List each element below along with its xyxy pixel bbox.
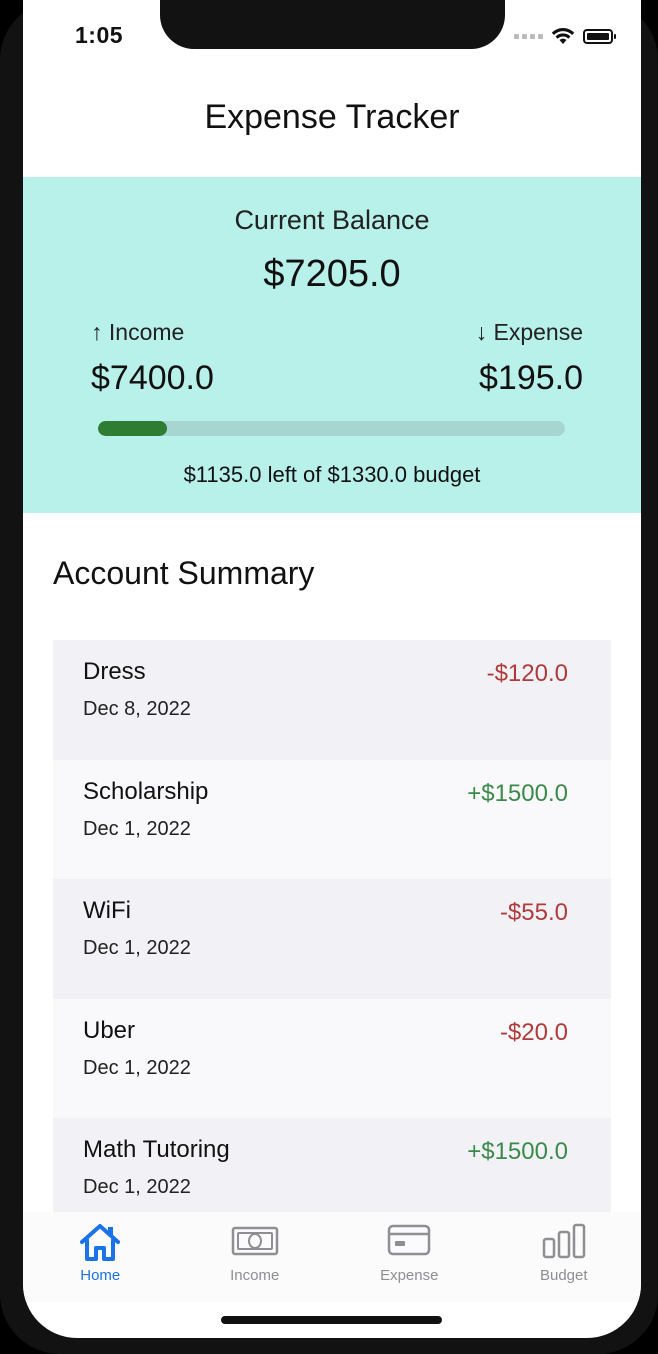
tab-home-label: Home: [80, 1267, 121, 1284]
cellular-signal-icon: [514, 33, 543, 39]
device-notch: [160, 0, 505, 49]
tab-budget-label: Budget: [539, 1267, 588, 1284]
page-title: Expense Tracker: [204, 98, 460, 136]
banknote-icon: [231, 1226, 278, 1256]
transaction-amount: -$20.0: [499, 1018, 568, 1046]
budget-remaining-text: $1135.0 left of $1330.0 budget: [183, 462, 481, 487]
status-time: 1:05: [75, 22, 124, 48]
transaction-date: Dec 1, 2022: [83, 817, 191, 840]
transaction-name: Uber: [83, 1016, 136, 1044]
status-icons: [514, 25, 616, 47]
transaction-date: Dec 1, 2022: [83, 1176, 191, 1198]
transaction-name: Math Tutoring: [83, 1136, 230, 1163]
transaction-amount: -$55.0: [499, 899, 568, 926]
tab-expense-label: Expense: [380, 1267, 439, 1284]
transaction-date: Dec 1, 2022: [83, 937, 191, 959]
transaction-name: Dress: [83, 658, 146, 685]
transaction-name: WiFi: [83, 897, 131, 924]
tab-income[interactable]: Income: [178, 1212, 333, 1302]
transaction-amount: +$1500.0: [467, 779, 568, 807]
transaction-list: Dress Dec 8, 2022 -$120.0 Scholarship De…: [53, 640, 611, 1238]
expense-label: ↓ Expense: [475, 319, 583, 345]
app-screen: 1:05 Expense Tracker Current Balance $72…: [23, 0, 641, 1338]
credit-card-icon: [388, 1224, 431, 1256]
transaction-row[interactable]: Uber Dec 1, 2022 -$20.0: [53, 998, 611, 1118]
expense-value: $195.0: [479, 359, 583, 397]
income-value: $7400.0: [91, 359, 214, 397]
current-balance-value: $7205.0: [263, 253, 401, 295]
battery-icon: [583, 28, 616, 44]
transaction-row[interactable]: Scholarship Dec 1, 2022 +$1500.0: [53, 759, 611, 879]
transaction-date: Dec 1, 2022: [83, 1056, 191, 1079]
tab-bar: Home Income Expense Budget: [23, 1212, 641, 1302]
device-frame: 1:05 Expense Tracker Current Balance $72…: [0, 0, 658, 1354]
transaction-row[interactable]: Dress Dec 8, 2022 -$120.0: [53, 640, 611, 760]
tab-income-label: Income: [230, 1267, 280, 1284]
wifi-icon: [551, 28, 575, 44]
transaction-date: Dec 8, 2022: [83, 698, 191, 720]
tab-budget[interactable]: Budget: [487, 1212, 642, 1302]
account-summary-title: Account Summary: [53, 555, 315, 591]
transaction-amount: -$120.0: [486, 660, 568, 687]
home-icon: [80, 1224, 121, 1261]
home-indicator: [221, 1316, 442, 1324]
tab-home[interactable]: Home: [23, 1212, 178, 1302]
budget-progress-bar: [98, 421, 565, 436]
transaction-row[interactable]: WiFi Dec 1, 2022 -$55.0: [53, 879, 611, 999]
balance-card: Current Balance $7205.0 ↑ Income ↓ Expen…: [23, 177, 641, 513]
budget-progress-fill: [98, 421, 167, 436]
current-balance-label: Current Balance: [234, 205, 430, 235]
transaction-name: Scholarship: [83, 777, 209, 805]
income-label: ↑ Income: [91, 319, 185, 345]
transaction-amount: +$1500.0: [467, 1138, 568, 1165]
bar-chart-icon: [542, 1223, 585, 1259]
tab-expense[interactable]: Expense: [332, 1212, 487, 1302]
